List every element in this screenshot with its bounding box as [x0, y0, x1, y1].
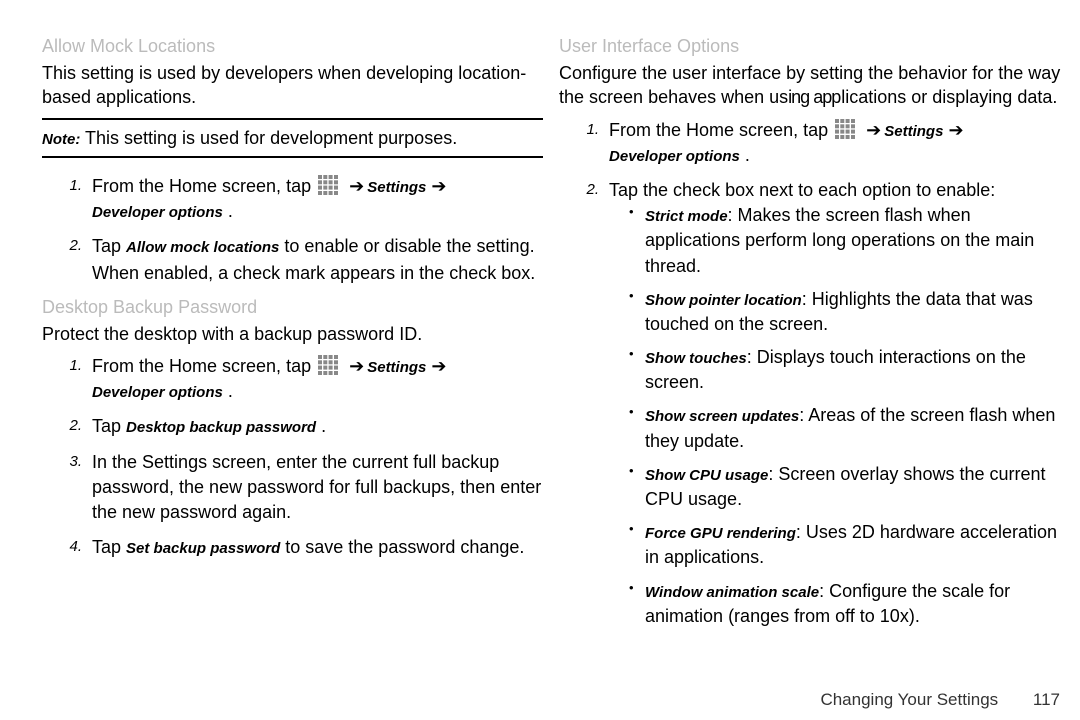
- note: Note: This setting is used for developme…: [42, 126, 543, 150]
- em: Show pointer location: [645, 292, 802, 309]
- em-devopts: Developer options: [92, 384, 223, 401]
- em-settings: Settings: [884, 123, 943, 140]
- apps-grid-icon: [318, 355, 338, 375]
- text: plications or displaying data.: [831, 87, 1057, 107]
- text: Tap: [92, 537, 126, 557]
- arrow: ➔: [431, 356, 445, 376]
- step-number: 4.: [42, 538, 92, 555]
- page-body: Allow Mock Locations This setting is use…: [0, 0, 1080, 660]
- footer-title: Changing Your Settings: [820, 690, 998, 709]
- section-heading-ui-options: User Interface Options: [559, 36, 1070, 57]
- step-number: 1.: [42, 177, 92, 194]
- apps-grid-icon: [318, 175, 338, 195]
- em: Show touches: [645, 350, 747, 367]
- text: to enable or disable the setting.: [279, 236, 534, 256]
- text-continued: When enabled, a check mark appears in th…: [92, 261, 543, 286]
- em-devopts: Developer options: [92, 204, 223, 221]
- bullet-item: Show CPU usage: Screen overlay shows the…: [635, 462, 1070, 512]
- arrow: ➔: [431, 176, 445, 196]
- step-body: Tap Desktop backup password .: [92, 414, 543, 439]
- list-item: 2. Tap the check box next to each option…: [559, 178, 1070, 637]
- arrow: ➔: [866, 120, 884, 140]
- period: .: [223, 201, 233, 221]
- left-column: Allow Mock Locations This setting is use…: [42, 30, 551, 660]
- step-body: From the Home screen, tap ➔ Settings ➔ D…: [92, 174, 543, 224]
- step-body: Tap Set backup password to save the pass…: [92, 535, 543, 560]
- list-item: 2. Tap Desktop backup password .: [42, 414, 543, 439]
- section-heading-desktop-backup: Desktop Backup Password: [42, 297, 543, 318]
- text: From the Home screen, tap: [92, 176, 311, 196]
- rule: [42, 118, 543, 120]
- step-number: 2.: [42, 417, 92, 434]
- ordered-list: 1. From the Home screen, tap ➔ Settings …: [42, 354, 543, 560]
- bullet-item: Window animation scale: Configure the sc…: [635, 579, 1070, 629]
- period: .: [740, 145, 750, 165]
- list-item: 3. In the Settings screen, enter the cur…: [42, 450, 543, 526]
- step-number: 3.: [42, 453, 92, 470]
- step-number: 2.: [559, 181, 609, 198]
- bullet-item: Strict mode: Makes the screen flash when…: [635, 203, 1070, 279]
- period: .: [316, 416, 326, 436]
- em: Window animation scale: [645, 584, 819, 601]
- rule: [42, 156, 543, 158]
- em: Force GPU rendering: [645, 525, 796, 542]
- bullet-item: Show pointer location: Highlights the da…: [635, 287, 1070, 337]
- step-body: Tap Allow mock locations to enable or di…: [92, 234, 543, 286]
- step-number: 2.: [42, 237, 92, 254]
- bullet-item: Force GPU rendering: Uses 2D hardware ac…: [635, 520, 1070, 570]
- right-column: User Interface Options Configure the use…: [551, 30, 1070, 660]
- list-item: 1. From the Home screen, tap ➔ Settings …: [42, 174, 543, 224]
- page-footer: Changing Your Settings 117: [0, 690, 1060, 710]
- bullet-item: Show touches: Displays touch interaction…: [635, 345, 1070, 395]
- step-body: From the Home screen, tap ➔ Settings ➔ D…: [609, 118, 1070, 168]
- step-body: In the Settings screen, enter the curren…: [92, 450, 543, 526]
- text: From the Home screen, tap: [609, 120, 828, 140]
- em: Allow mock locations: [126, 239, 279, 256]
- note-prefix: Note:: [42, 131, 80, 148]
- em: Set backup password: [126, 540, 280, 557]
- period: .: [223, 381, 233, 401]
- em: Show CPU usage: [645, 467, 768, 484]
- arrow: ➔: [948, 120, 962, 140]
- paragraph: Configure the user interface by setting …: [559, 61, 1070, 110]
- arrow: ➔: [349, 356, 367, 376]
- text: to save the password change.: [280, 537, 524, 557]
- text: Tap: [92, 416, 126, 436]
- step-body: From the Home screen, tap ➔ Settings ➔ D…: [92, 354, 543, 404]
- text: ing ap: [788, 87, 831, 107]
- text: From the Home screen, tap: [92, 356, 311, 376]
- page-number: 117: [1033, 690, 1060, 710]
- list-item: 1. From the Home screen, tap ➔ Settings …: [42, 354, 543, 404]
- ordered-list: 1. From the Home screen, tap ➔ Settings …: [559, 118, 1070, 637]
- step-body: Tap the check box next to each option to…: [609, 178, 1070, 637]
- step-number: 1.: [559, 121, 609, 138]
- paragraph: Protect the desktop with a backup passwo…: [42, 322, 543, 346]
- step-number: 1.: [42, 357, 92, 374]
- list-item: 2. Tap Allow mock locations to enable or…: [42, 234, 543, 286]
- bullet-list: Strict mode: Makes the screen flash when…: [635, 203, 1070, 629]
- text: Tap: [92, 236, 126, 256]
- arrow: ➔: [349, 176, 367, 196]
- list-item: 1. From the Home screen, tap ➔ Settings …: [559, 118, 1070, 168]
- paragraph: This setting is used by developers when …: [42, 61, 543, 110]
- bullet-item: Show screen updates: Areas of the screen…: [635, 403, 1070, 453]
- em: Strict mode: [645, 208, 728, 225]
- ordered-list: 1. From the Home screen, tap ➔ Settings …: [42, 174, 543, 287]
- note-text: This setting is used for development pur…: [80, 128, 457, 148]
- section-heading-allow-mock: Allow Mock Locations: [42, 36, 543, 57]
- apps-grid-icon: [835, 119, 855, 139]
- em-settings: Settings: [367, 179, 426, 196]
- em-devopts: Developer options: [609, 148, 740, 165]
- em: Desktop backup password: [126, 419, 316, 436]
- em-settings: Settings: [367, 359, 426, 376]
- em: Show screen updates: [645, 408, 799, 425]
- text: Tap the check box next to each option to…: [609, 180, 995, 200]
- list-item: 4. Tap Set backup password to save the p…: [42, 535, 543, 560]
